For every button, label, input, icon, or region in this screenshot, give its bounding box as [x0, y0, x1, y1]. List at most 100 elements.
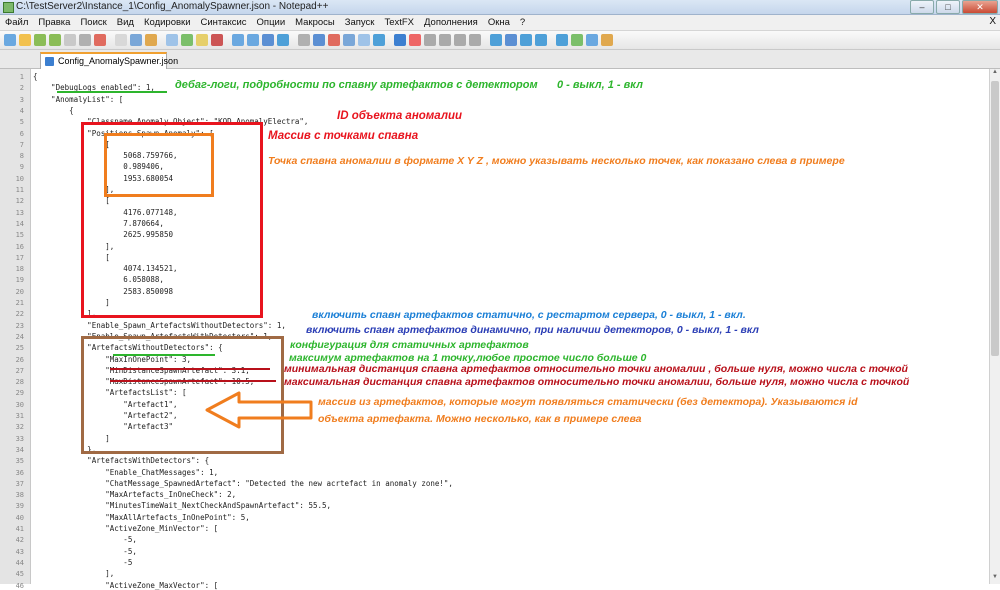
- play-icon[interactable]: [424, 34, 436, 46]
- udl-icon[interactable]: [343, 34, 355, 46]
- line-number: 2: [19, 84, 24, 93]
- all-chars-icon[interactable]: [313, 34, 325, 46]
- down-icon[interactable]: [505, 34, 517, 46]
- redo-icon[interactable]: [181, 34, 193, 46]
- close-icon[interactable]: [64, 34, 76, 46]
- func-list-icon[interactable]: [373, 34, 385, 46]
- annotation-debug: дебаг-логи, подробности по спавну артефа…: [175, 79, 538, 91]
- line-number: 18: [15, 265, 24, 274]
- line-number: 22: [15, 310, 24, 319]
- close-button[interactable]: ✕: [962, 0, 998, 14]
- scroll-down-icon[interactable]: ▼: [990, 574, 1000, 584]
- tab-label: Config_AnomalySpawner.json: [58, 56, 179, 66]
- menu-item-11[interactable]: Окна: [483, 15, 515, 30]
- annotation-debug-values: 0 - выкл, 1 - вкл: [557, 79, 643, 91]
- scroll-thumb[interactable]: [991, 81, 999, 356]
- new-icon[interactable]: [4, 34, 16, 46]
- tab-config-anomalyspawner[interactable]: Config_AnomalySpawner.json: [40, 52, 178, 69]
- up-icon[interactable]: [490, 34, 502, 46]
- line-number: 30: [15, 400, 24, 409]
- preview-icon[interactable]: [586, 34, 598, 46]
- menu-item-10[interactable]: Дополнения: [419, 15, 483, 30]
- max-in-point-underline: [113, 354, 215, 356]
- menu-item-7[interactable]: Макросы: [290, 15, 340, 30]
- annotation-spawn-point: Точка спавна аномалии в формате X Y Z , …: [268, 155, 845, 167]
- menu-item-12[interactable]: ?: [515, 15, 530, 30]
- line-number: 29: [15, 389, 24, 398]
- code-line: {: [33, 72, 38, 81]
- artefacts-list-arrow: [205, 391, 313, 429]
- line-number: 14: [15, 219, 24, 228]
- find-prev-icon[interactable]: [535, 34, 547, 46]
- menu-item-9[interactable]: TextFX: [379, 15, 419, 30]
- find-icon[interactable]: [196, 34, 208, 46]
- menu-item-3[interactable]: Вид: [112, 15, 139, 30]
- maximize-button[interactable]: □: [936, 0, 960, 14]
- line-number: 25: [15, 344, 24, 353]
- menu-item-0[interactable]: Файл: [0, 15, 33, 30]
- line-number: 7: [19, 140, 24, 149]
- line-number: 5: [19, 118, 24, 127]
- close-document-button[interactable]: X: [989, 16, 996, 27]
- copy-icon[interactable]: [130, 34, 142, 46]
- menu-item-6[interactable]: Опции: [252, 15, 291, 30]
- indent-guide-icon[interactable]: [328, 34, 340, 46]
- save-all-icon[interactable]: [49, 34, 61, 46]
- code-line: "Enable_Spawn_ArtefactsWithoutDetectors"…: [33, 320, 286, 330]
- stop-icon[interactable]: [409, 34, 421, 46]
- line-number: 15: [15, 231, 24, 240]
- code-line: -5,: [33, 535, 137, 545]
- minimize-button[interactable]: –: [910, 0, 934, 14]
- annotation-id-anomaly: ID объекта аномалии: [337, 110, 463, 122]
- menu-item-5[interactable]: Синтаксис: [196, 15, 252, 30]
- record-icon[interactable]: [394, 34, 406, 46]
- open-icon[interactable]: [19, 34, 31, 46]
- bookmark-icon[interactable]: [556, 34, 568, 46]
- menu-item-1[interactable]: Правка: [33, 15, 75, 30]
- annotation-artefacts-list-2: объекта артефакта. Можно несколько, как …: [318, 413, 642, 425]
- line-number: 24: [15, 332, 24, 341]
- paste-icon[interactable]: [145, 34, 157, 46]
- sync-h-icon[interactable]: [277, 34, 289, 46]
- close-all-icon[interactable]: [79, 34, 91, 46]
- replace-icon[interactable]: [211, 34, 223, 46]
- code-line: "ActiveZone_MinVector": [: [33, 524, 219, 533]
- cut-icon[interactable]: [115, 34, 127, 46]
- code-line: "ChatMessage_SpawnedArtefact": "Detected…: [33, 478, 453, 488]
- sync-v-icon[interactable]: [262, 34, 274, 46]
- max-distance-underline: [110, 380, 276, 382]
- save-macro-icon[interactable]: [454, 34, 466, 46]
- save-icon[interactable]: [34, 34, 46, 46]
- scroll-up-icon[interactable]: ▲: [990, 69, 1000, 79]
- zoom-out-icon[interactable]: [247, 34, 259, 46]
- annotation-static-spawn: включить спавн артефактов статично, с ре…: [312, 309, 746, 321]
- settings-icon[interactable]: [469, 34, 481, 46]
- code-line: -5: [33, 557, 133, 567]
- menu-item-2[interactable]: Поиск: [75, 15, 111, 30]
- run-multi-icon[interactable]: [439, 34, 451, 46]
- undo-icon[interactable]: [166, 34, 178, 46]
- line-number: 36: [15, 468, 24, 477]
- line-number: 8: [19, 152, 24, 161]
- window-title: C:\TestServer2\Instance_1\Config_Anomaly…: [16, 1, 329, 12]
- line-number: 4: [19, 106, 24, 115]
- line-number: 27: [15, 366, 24, 375]
- zoom-in-icon[interactable]: [232, 34, 244, 46]
- line-number: 38: [15, 491, 24, 500]
- line-number: 16: [15, 242, 24, 251]
- find-next-icon[interactable]: [520, 34, 532, 46]
- debug-underline: [57, 91, 167, 93]
- print-icon[interactable]: [94, 34, 106, 46]
- line-number: 1: [19, 73, 24, 81]
- doc-map-icon[interactable]: [358, 34, 370, 46]
- line-number: 34: [15, 445, 24, 454]
- line-number: 35: [15, 457, 24, 466]
- line-number: 19: [15, 276, 24, 285]
- check-icon[interactable]: [571, 34, 583, 46]
- menu-item-4[interactable]: Кодировки: [139, 15, 196, 30]
- spawn-point-box: [104, 133, 214, 197]
- vertical-scrollbar[interactable]: ▲ ▼: [989, 69, 1000, 584]
- extra-icon[interactable]: [601, 34, 613, 46]
- wrap-icon[interactable]: [298, 34, 310, 46]
- menu-item-8[interactable]: Запуск: [340, 15, 380, 30]
